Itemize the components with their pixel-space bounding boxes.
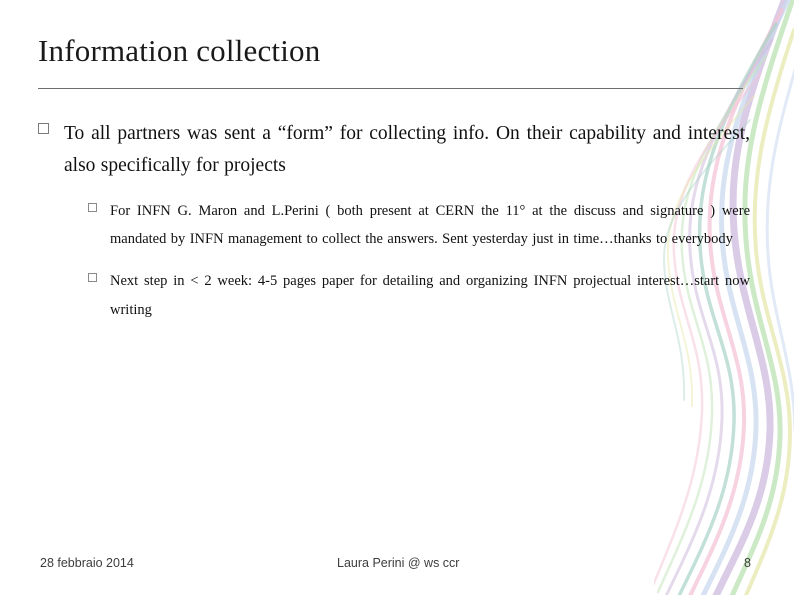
bullet-level1-text: To all partners was sent a “form” for co… xyxy=(64,123,750,177)
footer-page-number: 8 xyxy=(744,556,751,570)
bullet-level2-text: Next step in < 2 week: 4-5 pages paper f… xyxy=(110,273,750,318)
footer-author: Laura Perini @ ws ccr xyxy=(337,556,460,570)
open-square-bullet-icon xyxy=(88,273,97,283)
bullet-level2: Next step in < 2 week: 4-5 pages paper f… xyxy=(38,267,750,324)
slide-footer: 28 febbraio 2014 Laura Perini @ ws ccr 8 xyxy=(0,556,794,578)
footer-date: 28 febbraio 2014 xyxy=(40,556,134,570)
title-divider xyxy=(38,88,743,89)
open-square-bullet-icon xyxy=(88,202,97,212)
slide: Information collection To all partners w… xyxy=(0,0,794,595)
page-title: Information collection xyxy=(38,33,321,68)
bullet-level2: For INFN G. Maron and L.Perini ( both pr… xyxy=(38,197,750,254)
bullet-level2-text: For INFN G. Maron and L.Perini ( both pr… xyxy=(110,202,750,247)
open-square-bullet-icon xyxy=(38,123,49,134)
bullet-level1: To all partners was sent a “form” for co… xyxy=(38,118,750,183)
slide-body: To all partners was sent a “form” for co… xyxy=(38,118,750,324)
